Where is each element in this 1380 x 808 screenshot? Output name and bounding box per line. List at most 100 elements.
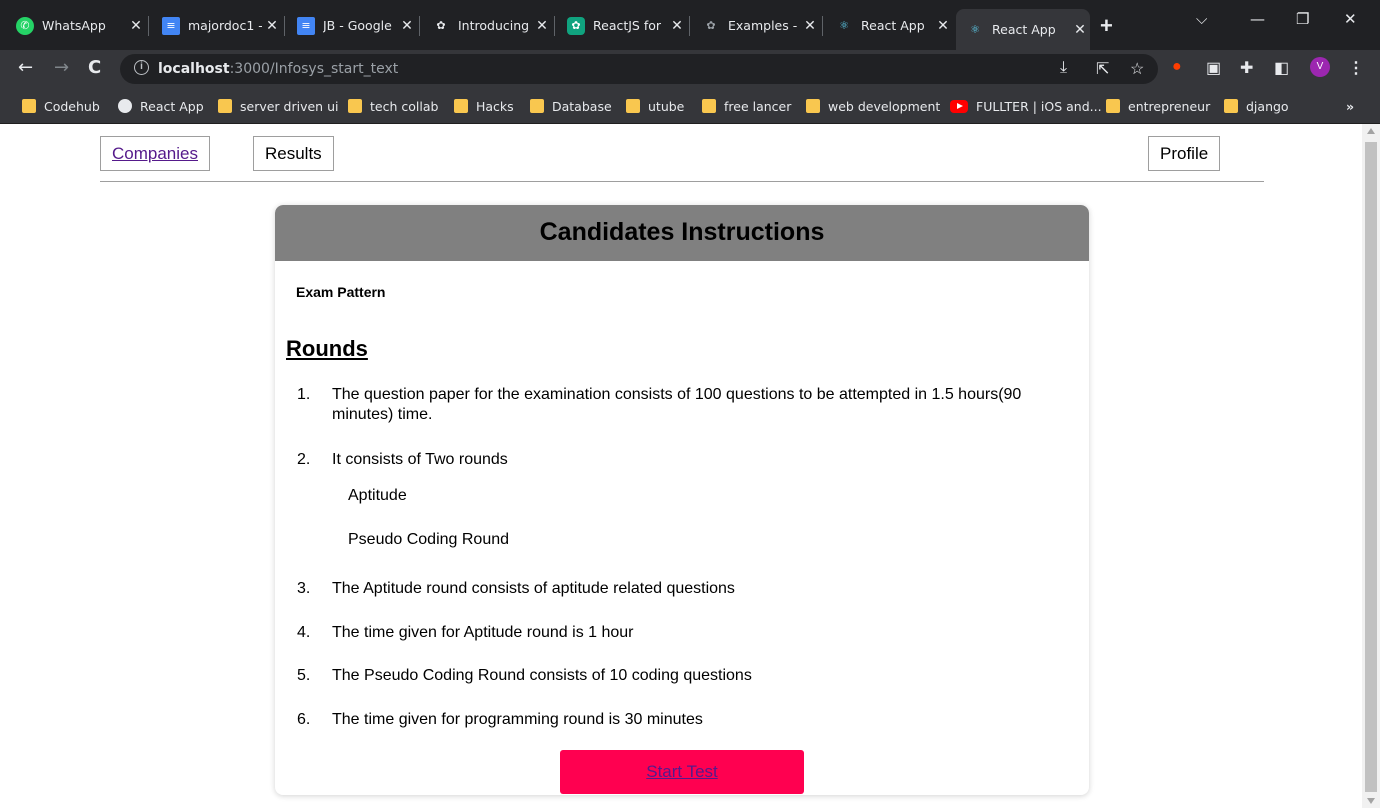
bookmark-hacks[interactable]: Hacks bbox=[454, 96, 514, 116]
tab-separator bbox=[419, 16, 420, 36]
new-tab-plus-icon[interactable]: + bbox=[1100, 13, 1113, 39]
scrollbar-thumb[interactable] bbox=[1365, 142, 1377, 792]
browser-tab-strip: ✆ WhatsApp ✕ ≡ majordoc1 - ✕ ≡ JB - Goog… bbox=[0, 0, 1380, 50]
bookmark-star-icon[interactable]: ☆ bbox=[1130, 59, 1144, 79]
tab-title: ReactJS for bbox=[593, 18, 662, 33]
tab-react-app[interactable]: ⚛ React App ✕ bbox=[825, 9, 953, 42]
site-info-icon[interactable]: i bbox=[134, 60, 149, 75]
tab-examples[interactable]: ✿ Examples - ✕ bbox=[692, 9, 820, 42]
tab-separator bbox=[822, 16, 823, 36]
list-number: 1. bbox=[297, 386, 311, 403]
tab-separator bbox=[689, 16, 690, 36]
list-number: 4. bbox=[297, 624, 311, 641]
extension-icon[interactable]: ▣ bbox=[1206, 58, 1221, 78]
chatgpt-icon: ✿ bbox=[567, 16, 585, 35]
close-window-icon[interactable]: ✕ bbox=[1344, 10, 1357, 28]
bookmark-entrepreneur[interactable]: entrepreneur bbox=[1106, 96, 1210, 116]
close-icon[interactable]: ✕ bbox=[1070, 22, 1090, 38]
tab-title: React App bbox=[992, 22, 1056, 37]
tab-search-chevron-icon[interactable]: ⌵ bbox=[1196, 10, 1207, 28]
forward-arrow-icon[interactable]: → bbox=[54, 57, 69, 78]
close-icon[interactable]: ✕ bbox=[532, 18, 552, 34]
tab-majordoc[interactable]: ≡ majordoc1 - ✕ bbox=[152, 9, 282, 42]
tab-reactjs[interactable]: ✿ ReactJS for ✕ bbox=[557, 9, 687, 42]
profile-avatar-icon[interactable]: V bbox=[1310, 57, 1330, 77]
bookmark-label: Codehub bbox=[44, 98, 100, 114]
adblock-extension-icon[interactable]: ● bbox=[1172, 58, 1182, 76]
exam-pattern-label: Exam Pattern bbox=[296, 284, 386, 300]
bookmark-web-development[interactable]: web development bbox=[806, 96, 940, 116]
bookmark-utube[interactable]: utube bbox=[626, 96, 684, 116]
tab-title: React App bbox=[861, 18, 925, 33]
nav-divider bbox=[100, 181, 1264, 182]
extensions-puzzle-icon[interactable]: ✚ bbox=[1240, 58, 1253, 78]
tab-separator bbox=[284, 16, 285, 36]
nav-companies-link[interactable]: Companies bbox=[100, 136, 210, 171]
nav-profile-button[interactable]: Profile bbox=[1148, 136, 1221, 171]
install-app-icon[interactable]: ⤓ bbox=[1060, 59, 1067, 77]
react-icon: ⚛ bbox=[839, 19, 849, 32]
list-number: 3. bbox=[297, 580, 311, 597]
page-viewport: Companies Results Profile Candidates Ins… bbox=[0, 124, 1362, 808]
close-icon[interactable]: ✕ bbox=[397, 18, 417, 34]
bookmark-label: entrepreneur bbox=[1128, 98, 1211, 114]
bookmark-django[interactable]: django bbox=[1224, 96, 1289, 116]
nav-results-button[interactable]: Results bbox=[253, 136, 334, 171]
close-icon[interactable]: ✕ bbox=[667, 18, 687, 34]
tab-whatsapp[interactable]: ✆ WhatsApp ✕ bbox=[6, 9, 146, 42]
bookmark-free-lancer[interactable]: free lancer bbox=[702, 96, 791, 116]
menu-kebab-icon[interactable]: ⋮ bbox=[1348, 58, 1364, 78]
tab-title: JB - Google bbox=[323, 18, 392, 33]
restore-icon[interactable]: ❐ bbox=[1296, 10, 1309, 28]
bookmark-label: django bbox=[1246, 98, 1289, 114]
browser-toolbar: ← → C i localhost:3000/Infosys_start_tex… bbox=[0, 50, 1380, 88]
close-icon[interactable]: ✕ bbox=[800, 18, 820, 34]
share-icon[interactable]: ⇱ bbox=[1096, 59, 1109, 79]
minimize-icon[interactable]: — bbox=[1250, 10, 1265, 28]
card-title: Candidates Instructions bbox=[275, 205, 1089, 261]
list-number: 5. bbox=[297, 667, 311, 684]
tab-react-app-active[interactable]: ⚛ React App ✕ bbox=[956, 9, 1090, 50]
bookmark-server-driven-ui[interactable]: server driven ui bbox=[218, 96, 338, 116]
bookmark-label: Hacks bbox=[476, 98, 514, 114]
address-bar[interactable]: i localhost:3000/Infosys_start_text ⤓ ⇱ … bbox=[120, 54, 1158, 84]
tab-title: Examples - bbox=[728, 18, 798, 33]
bookmark-label: free lancer bbox=[724, 98, 792, 114]
bookmark-codehub[interactable]: Codehub bbox=[22, 96, 100, 116]
react-icon: ⚛ bbox=[970, 23, 980, 36]
bookmark-label: utube bbox=[648, 98, 685, 114]
folder-icon bbox=[218, 99, 232, 113]
bookmark-tech-collab[interactable]: tech collab bbox=[348, 96, 438, 116]
reload-icon[interactable]: C bbox=[88, 57, 101, 78]
close-icon[interactable]: ✕ bbox=[262, 18, 282, 34]
bookmarks-bar: Codehub React App server driven ui tech … bbox=[0, 88, 1380, 124]
back-arrow-icon[interactable]: ← bbox=[18, 57, 33, 78]
rounds-heading: Rounds bbox=[286, 336, 368, 361]
tab-introducing[interactable]: ✿ Introducing ✕ bbox=[422, 9, 552, 42]
folder-icon bbox=[22, 99, 36, 113]
start-test-button[interactable]: Start Test bbox=[560, 750, 804, 794]
url-text[interactable]: localhost:3000/Infosys_start_text bbox=[158, 61, 398, 77]
instructions-card: Candidates Instructions Exam Pattern Rou… bbox=[275, 205, 1089, 795]
scroll-down-arrow-icon[interactable] bbox=[1367, 798, 1375, 804]
page-scrollbar[interactable] bbox=[1362, 124, 1380, 808]
scroll-up-arrow-icon[interactable] bbox=[1367, 128, 1375, 134]
bookmark-label: server driven ui bbox=[240, 98, 339, 114]
close-icon[interactable]: ✕ bbox=[126, 18, 146, 34]
tab-title: WhatsApp bbox=[42, 18, 106, 33]
tab-jb-google[interactable]: ≡ JB - Google ✕ bbox=[287, 9, 417, 42]
subround-pseudo-coding: Pseudo Coding Round bbox=[348, 531, 510, 548]
bookmark-database[interactable]: Database bbox=[530, 96, 612, 116]
bookmark-fullter[interactable]: FULLTER | iOS and... bbox=[950, 96, 1102, 116]
bookmarks-overflow-button[interactable]: » bbox=[1346, 96, 1354, 116]
tab-title: Introducing bbox=[458, 18, 530, 33]
tab-separator bbox=[148, 16, 149, 36]
list-number: 2. bbox=[297, 451, 311, 468]
folder-icon bbox=[806, 99, 820, 113]
list-text: The Pseudo Coding Round consists of 10 c… bbox=[332, 667, 752, 684]
bookmark-label: tech collab bbox=[370, 98, 439, 114]
list-number: 6. bbox=[297, 711, 311, 728]
close-icon[interactable]: ✕ bbox=[933, 18, 953, 34]
side-panel-icon[interactable]: ◧ bbox=[1274, 58, 1289, 78]
bookmark-react-app[interactable]: React App bbox=[118, 96, 204, 116]
